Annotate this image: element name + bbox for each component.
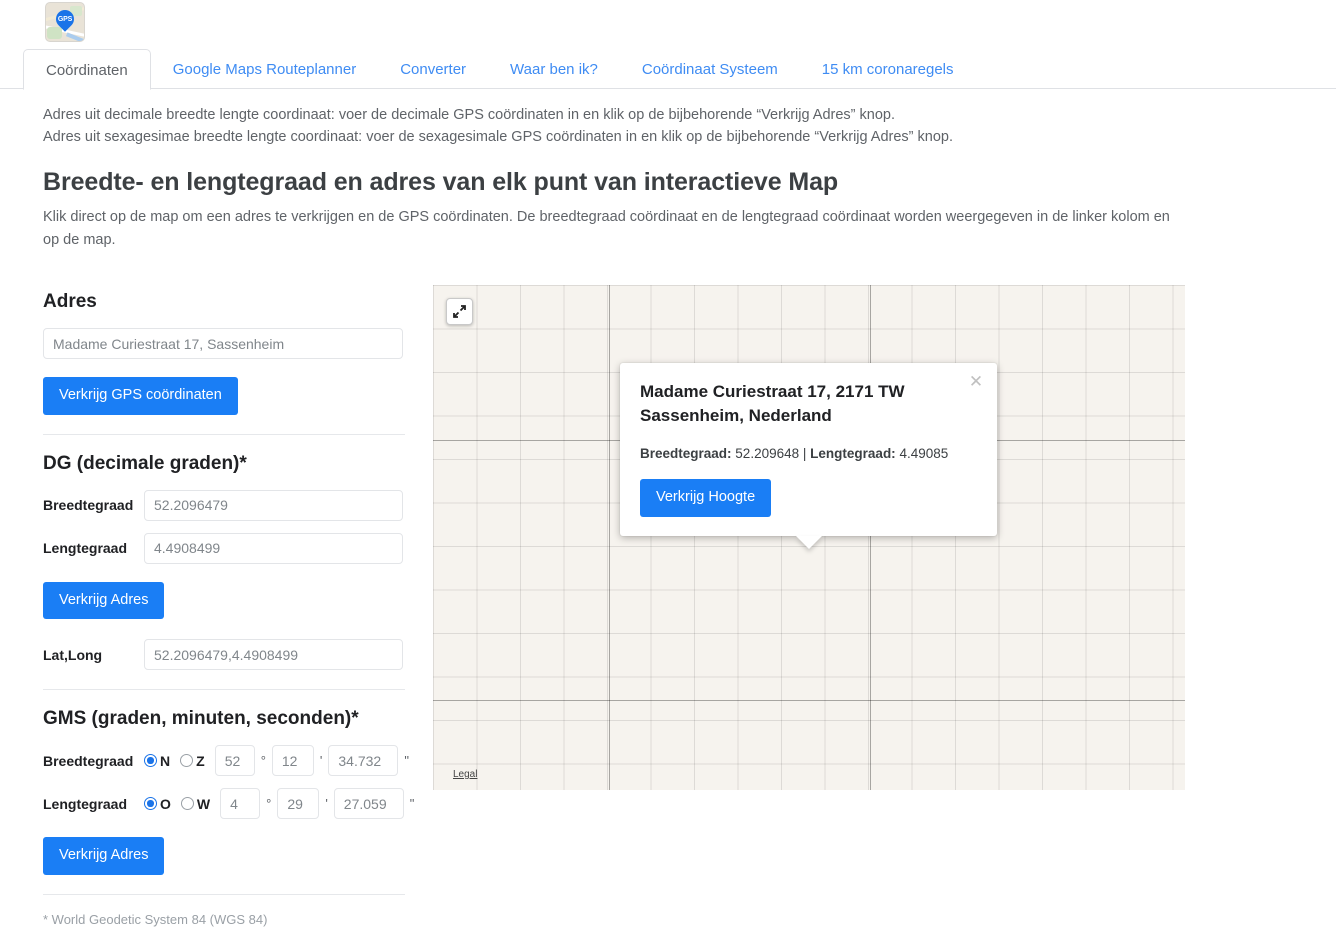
tab-coordinaat-systeem[interactable]: Coördinaat Systeem [620,48,800,89]
latlong-label: Lat,Long [43,647,144,663]
close-icon[interactable]: ✕ [967,373,985,391]
fullscreen-expand-icon[interactable] [446,298,473,325]
gms-latitude-seconds-input[interactable] [328,745,398,776]
tab-15-km-coronaregels[interactable]: 15 km coronaregels [800,48,976,89]
info-longitude-label: Lengtegraad: [810,446,896,461]
degree-symbol: ° [261,753,266,768]
intro-line-2: Adres uit sexagesimae breedte lengte coo… [43,126,1193,148]
page-lead-text: Klik direct op de map om een adres te ve… [43,206,1188,252]
adres-section-title: Adres [43,290,405,314]
tab-list: Coördinaten Google Maps Routeplanner Con… [23,48,976,89]
tab-waar-ben-ik[interactable]: Waar ben ik? [488,48,620,89]
tab-converter[interactable]: Converter [378,48,488,89]
gms-longitude-west-radio[interactable] [181,797,194,810]
info-window-actions: Verkrijg Hoogte [640,479,977,517]
latlong-input[interactable] [144,639,403,670]
gms-section-title: GMS (graden, minuten, seconden)* [43,707,405,731]
gms-longitude-west-label: W [197,796,210,812]
dg-latitude-label: Breedtegraad [43,497,144,513]
page-root: GPS Coördinaten Google Maps Routeplanner… [0,0,1336,932]
intro-line-1: Adres uit decimale breedte lengte coordi… [43,104,1193,126]
latlong-row: Lat,Long [43,639,405,670]
info-latitude-label: Breedtegraad: [640,446,732,461]
gms-longitude-east-label: O [160,796,171,812]
dg-longitude-label: Lengtegraad [43,540,144,556]
gms-longitude-row: Lengtegraad O W ° ' " [43,788,405,819]
page-title: Breedte- en lengtegraad en adres van elk… [43,166,838,198]
info-window-title: Madame Curiestraat 17, 2171 TW Sassenhei… [640,380,940,428]
section-divider [43,434,405,435]
section-divider [43,689,405,690]
get-elevation-button[interactable]: Verkrijg Hoogte [640,479,771,517]
tab-coordinaten[interactable]: Coördinaten [23,49,151,90]
gms-longitude-degrees-input[interactable] [220,788,260,819]
wgs84-footnote: * World Geodetic System 84 (WGS 84) [43,912,405,927]
main-navigation: Coördinaten Google Maps Routeplanner Con… [0,48,1336,89]
gms-latitude-row: Breedtegraad N Z ° ' " [43,745,405,776]
gms-longitude-minutes-input[interactable] [277,788,319,819]
address-input[interactable] [43,328,403,359]
map-tile-boundary [870,285,871,790]
gms-longitude-label: Lengtegraad [43,796,144,812]
gps-pin-icon: GPS [52,6,77,31]
dg-get-address-button[interactable]: Verkrijg Adres [43,582,164,620]
dg-longitude-row: Lengtegraad [43,533,405,564]
info-latitude-value: 52.209648 [735,446,799,461]
logo-park-decor [47,27,62,39]
intro-text: Adres uit decimale breedte lengte coordi… [43,104,1193,148]
legal-link[interactable]: Legal [453,769,477,780]
dg-latitude-row: Breedtegraad [43,490,405,521]
info-longitude-value: 4.49085 [899,446,948,461]
info-coords-separator: | [803,446,807,461]
minute-symbol: ' [325,796,327,811]
get-gps-coordinates-button[interactable]: Verkrijg GPS coördinaten [43,377,238,415]
degree-symbol: ° [266,796,271,811]
dg-section-title: DG (decimale graden)* [43,452,405,476]
map-thumbnail-icon: GPS [45,2,85,42]
dg-longitude-input[interactable] [144,533,403,564]
gms-latitude-minutes-input[interactable] [272,745,314,776]
minute-symbol: ' [320,753,322,768]
logo-pin-label: GPS [56,10,74,28]
map-info-window: ✕ Madame Curiestraat 17, 2171 TW Sassenh… [620,363,997,536]
map-tile-boundary [433,700,1185,701]
site-logo[interactable]: GPS [45,2,85,42]
coordinate-form-column: Adres Verkrijg GPS coördinaten DG (decim… [43,290,405,927]
dg-latitude-input[interactable] [144,490,403,521]
gms-longitude-east-radio[interactable] [144,797,157,810]
info-window-coordinates: Breedtegraad: 52.209648 | Lengtegraad: 4… [640,446,977,461]
gms-latitude-south-radio[interactable] [180,754,193,767]
gms-latitude-north-radio[interactable] [144,754,157,767]
gms-longitude-seconds-input[interactable] [334,788,404,819]
gms-get-address-button[interactable]: Verkrijg Adres [43,837,164,875]
gms-latitude-degrees-input[interactable] [215,745,255,776]
tab-google-maps-routeplanner[interactable]: Google Maps Routeplanner [151,48,378,89]
second-symbol: " [404,753,409,768]
second-symbol: " [410,796,415,811]
gms-latitude-south-label: Z [196,753,205,769]
gms-latitude-label: Breedtegraad [43,753,144,769]
map-tile-boundary [609,285,610,790]
gms-latitude-north-label: N [160,753,170,769]
section-divider [43,894,405,895]
